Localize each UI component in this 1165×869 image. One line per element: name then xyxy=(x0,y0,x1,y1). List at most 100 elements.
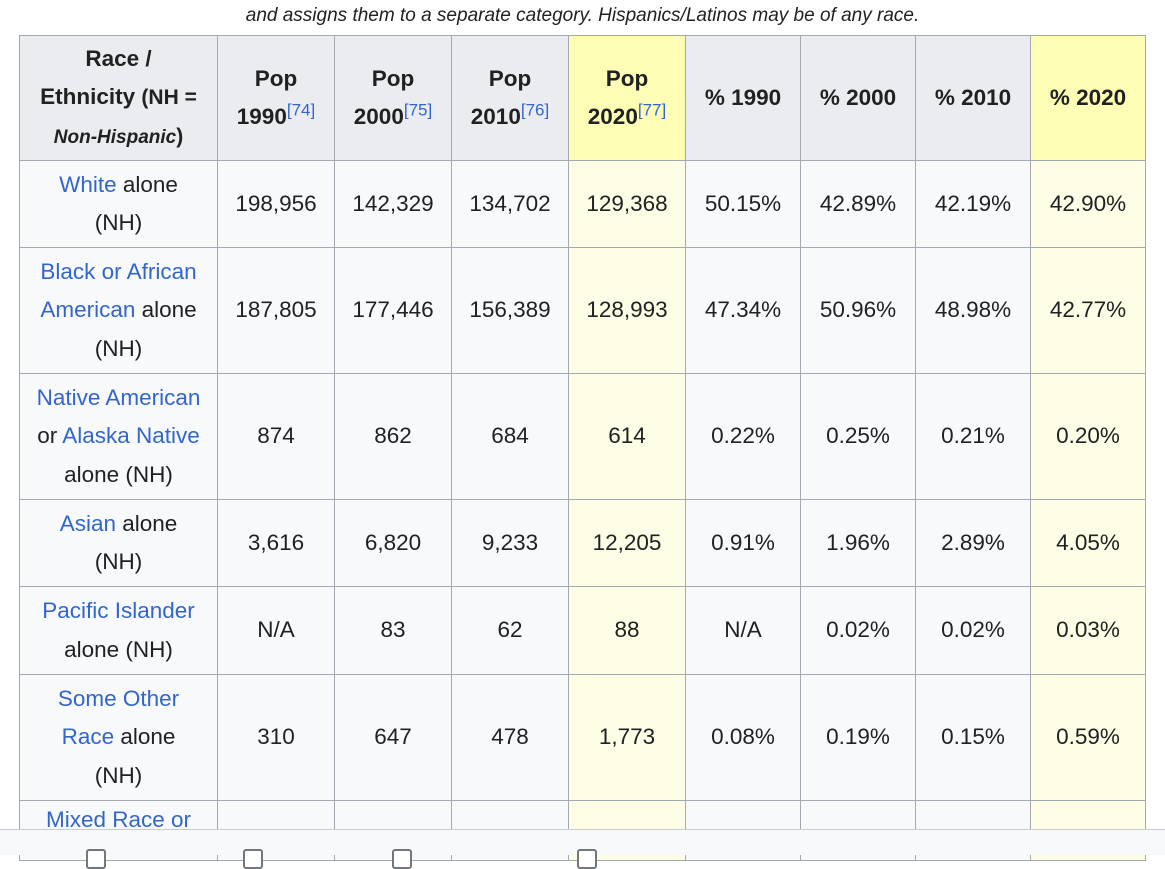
value-cell: 0.22% xyxy=(685,373,801,500)
value-cell: 0.08% xyxy=(685,674,801,801)
value-cell: 177,446 xyxy=(334,247,452,374)
value-cell: 0.02% xyxy=(800,586,916,675)
checkbox[interactable] xyxy=(86,849,106,869)
value-cell: 1,773 xyxy=(568,674,686,801)
value-cell: 0.19% xyxy=(800,674,916,801)
value-cell: 42.89% xyxy=(800,160,916,248)
col-year: 2010 xyxy=(470,104,521,129)
native-american-link[interactable]: Native American xyxy=(37,385,201,410)
white-link[interactable]: White xyxy=(59,172,117,197)
race-cell: Some Other Race alone (NH) xyxy=(19,674,218,801)
value-cell: 0.03% xyxy=(1030,586,1146,675)
value-cell: 198,956 xyxy=(217,160,335,248)
race-text: or xyxy=(37,423,63,449)
checkbox[interactable] xyxy=(243,849,263,869)
american-link[interactable]: American xyxy=(40,297,135,322)
value-cell: 478 xyxy=(451,674,569,801)
value-cell: 156,389 xyxy=(451,247,569,374)
checkbox[interactable] xyxy=(392,849,412,869)
race-ethnicity-header: Race / Ethnicity (NH = Non-Hispanic) xyxy=(19,35,218,161)
value-cell: 50.96% xyxy=(800,247,916,374)
value-cell: 0.20% xyxy=(1030,373,1146,500)
race-text: (NH) xyxy=(94,210,143,235)
value-cell: 614 xyxy=(568,373,686,500)
ethnicity-header-text: Ethnicity xyxy=(40,83,136,109)
race-cell: Native American or Alaska Native alone (NH… xyxy=(19,373,218,500)
value-cell: 12,205 xyxy=(568,499,686,587)
value-cell: 47.34% xyxy=(685,247,801,374)
value-cell: 42.19% xyxy=(915,160,1031,248)
value-cell: 48.98% xyxy=(915,247,1031,374)
value-cell: 0.59% xyxy=(1030,674,1146,801)
value-cell: 142,329 xyxy=(334,160,452,248)
col-pct-1990: % 1990 xyxy=(685,35,801,161)
value-cell: 129,368 xyxy=(568,160,686,248)
col-year: 1990 xyxy=(236,104,287,129)
ref-link-76[interactable]: [76] xyxy=(521,101,549,120)
pacific-islander-link[interactable]: Pacific Islander xyxy=(42,598,195,623)
value-cell: 647 xyxy=(334,674,452,801)
value-cell: 3,616 xyxy=(217,499,335,587)
table-row: Asian alone (NH) 3,616 6,820 9,233 12,205… xyxy=(19,499,1146,587)
value-cell: 42.77% xyxy=(1030,247,1146,374)
col-label: Pop xyxy=(605,65,649,91)
value-cell: 62 xyxy=(451,586,569,675)
table-row: White alone (NH) 198,956 142,329 134,702 … xyxy=(19,160,1146,248)
race-link[interactable]: Race xyxy=(62,724,115,749)
value-cell: 4.05% xyxy=(1030,499,1146,587)
value-cell: 0.91% xyxy=(685,499,801,587)
col-pop-2020: Pop 2020[77] xyxy=(568,35,686,161)
value-cell: 310 xyxy=(217,674,335,801)
race-text: alone xyxy=(135,297,197,323)
col-year: 2000 xyxy=(353,104,404,129)
col-pop-2000: Pop 2000[75] xyxy=(334,35,452,161)
col-label: Pop xyxy=(254,65,298,91)
value-cell: 187,805 xyxy=(217,247,335,374)
value-cell: 0.25% xyxy=(800,373,916,500)
black-african-link[interactable]: Black or African xyxy=(40,259,196,284)
race-text: alone xyxy=(116,171,178,197)
race-cell: Asian alone (NH) xyxy=(19,499,218,587)
col-pct-2010: % 2010 xyxy=(915,35,1031,161)
race-text: alone (NH) xyxy=(64,461,173,487)
race-cell: White alone (NH) xyxy=(19,160,218,248)
col-pop-2010: Pop 2010[76] xyxy=(451,35,569,161)
col-year: 2020 xyxy=(587,104,638,129)
race-text: alone xyxy=(114,724,176,750)
col-pct-2000: % 2000 xyxy=(800,35,916,161)
header-row: Race / Ethnicity (NH = Non-Hispanic) Pop… xyxy=(19,35,1146,161)
demographics-table: Race / Ethnicity (NH = Non-Hispanic) Pop… xyxy=(19,35,1146,861)
close-paren: ) xyxy=(176,124,184,148)
ref-link-77[interactable]: [77] xyxy=(638,101,666,120)
race-text: (NH) xyxy=(94,762,143,788)
ref-link-75[interactable]: [75] xyxy=(404,101,432,120)
value-cell: 6,820 xyxy=(334,499,452,587)
asian-link[interactable]: Asian xyxy=(60,511,116,536)
value-cell: 0.21% xyxy=(915,373,1031,500)
race-text: (NH) xyxy=(94,335,143,361)
value-cell: 862 xyxy=(334,373,452,500)
race-cell: Pacific Islander alone (NH) xyxy=(19,586,218,675)
table-caption: and assigns them to a separate category.… xyxy=(245,5,920,26)
value-cell: 134,702 xyxy=(451,160,569,248)
race-header-text: Race / xyxy=(85,45,152,71)
value-cell: 684 xyxy=(451,373,569,500)
race-text: alone xyxy=(115,510,178,536)
col-pct-2020: % 2020 xyxy=(1030,35,1146,161)
value-cell: 88 xyxy=(568,586,686,675)
value-cell: 42.90% xyxy=(1030,160,1146,248)
col-pop-1990: Pop 1990[74] xyxy=(217,35,335,161)
value-cell: N/A xyxy=(685,586,801,675)
value-cell: 128,993 xyxy=(568,247,686,374)
table-row: Native American or Alaska Native alone (NH… xyxy=(19,373,1146,500)
value-cell: 9,233 xyxy=(451,499,569,587)
value-cell: 83 xyxy=(334,586,452,675)
some-other-link[interactable]: Some Other xyxy=(58,686,179,711)
value-cell: 0.15% xyxy=(915,674,1031,801)
col-label: Pop xyxy=(371,65,415,91)
alaska-native-link[interactable]: Alaska Native xyxy=(62,423,200,448)
checkbox[interactable] xyxy=(577,849,597,869)
value-cell: 874 xyxy=(217,373,335,500)
value-cell: N/A xyxy=(217,586,335,675)
ref-link-74[interactable]: [74] xyxy=(287,101,315,120)
